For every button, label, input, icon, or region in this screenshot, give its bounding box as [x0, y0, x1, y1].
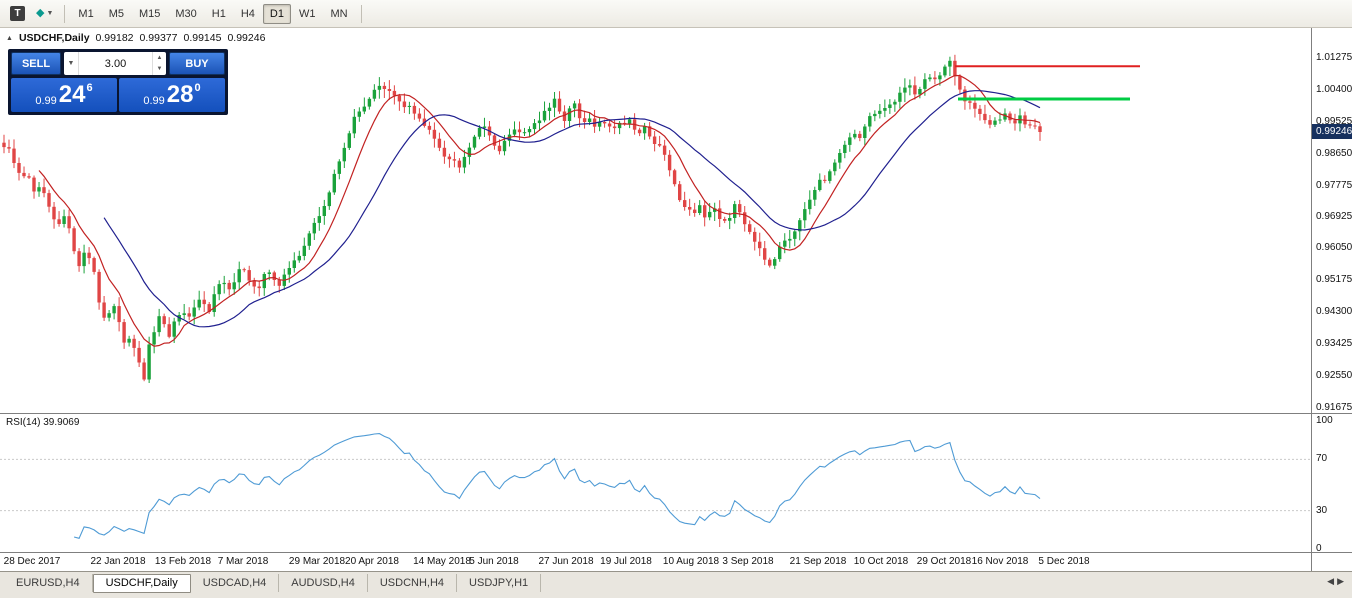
date-axis-label: 29 Oct 2018	[917, 556, 971, 567]
date-axis-label: 5 Dec 2018	[1038, 556, 1089, 567]
chart-window: ▲ USDCHF,Daily 0.99182 0.99377 0.99145 0…	[0, 28, 1352, 571]
timeframe-h4-button[interactable]: H4	[234, 4, 262, 24]
ask-price-display[interactable]: 0.99 28 0	[119, 78, 225, 112]
collapse-pane-icon[interactable]: ▲	[6, 35, 13, 42]
price-tick-label: 0.93425	[1316, 338, 1352, 349]
date-axis[interactable]: 28 Dec 2017 22 Jan 2018 13 Feb 2018 7 Mar 2…	[0, 552, 1352, 572]
tab-eurusd-h4[interactable]: EURUSD,H4	[4, 574, 93, 592]
chart-symbol-label: USDCHF,Daily	[19, 32, 90, 44]
volume-value[interactable]: 3.00	[79, 52, 152, 75]
date-axis-label: 28 Dec 2017	[4, 556, 61, 567]
chevron-down-icon: ▼	[46, 10, 53, 17]
price-axis[interactable]: 0.99246 1.012751.004000.995250.986500.97…	[1311, 28, 1352, 413]
chart-title: ▲ USDCHF,Daily 0.99182 0.99377 0.99145 0…	[6, 32, 265, 44]
date-axis-label: 22 Jan 2018	[90, 556, 145, 567]
ohlc-open-value: 0.99182	[96, 32, 134, 44]
sell-button[interactable]: SELL	[11, 52, 61, 75]
toolbar-separator	[64, 5, 65, 23]
price-tick-label: 0.92550	[1316, 370, 1352, 381]
timeframe-w1-button[interactable]: W1	[292, 4, 323, 24]
date-axis-label: 3 Sep 2018	[722, 556, 773, 567]
price-tick-label: 0.94300	[1316, 306, 1352, 317]
bid-price-big: 24	[59, 83, 86, 107]
tab-audusd-h4[interactable]: AUDUSD,H4	[279, 574, 368, 592]
timeframe-m15-button[interactable]: M15	[132, 4, 167, 24]
rsi-indicator-pane: RSI(14) 39.9069 10070300	[0, 413, 1352, 552]
chart-template-icon: T	[10, 6, 25, 21]
date-axis-label: 7 Mar 2018	[218, 556, 269, 567]
tab-scroll-left-icon[interactable]: ◀	[1327, 576, 1334, 587]
date-axis-label: 10 Aug 2018	[663, 556, 719, 567]
ask-price-big: 28	[167, 83, 194, 107]
axis-corner	[1311, 553, 1352, 572]
volume-spinner[interactable]: ▲ ▼	[152, 52, 166, 75]
bid-price-pip: 6	[87, 78, 93, 94]
timeframe-d1-button[interactable]: D1	[263, 4, 291, 24]
tab-scroll-controls: ◀ ▶	[1327, 574, 1352, 587]
bid-price-prefix: 0.99	[35, 95, 56, 112]
price-tick-label: 0.98650	[1316, 148, 1352, 159]
main-price-pane: ▲ USDCHF,Daily 0.99182 0.99377 0.99145 0…	[0, 28, 1352, 413]
rsi-tick-label: 100	[1316, 415, 1333, 426]
price-tick-label: 1.01275	[1316, 52, 1352, 63]
spinner-down-icon[interactable]: ▼	[153, 64, 166, 76]
tab-usdchf-daily[interactable]: USDCHF,Daily	[93, 574, 191, 593]
date-axis-label: 10 Oct 2018	[854, 556, 908, 567]
price-tick-label: 1.00400	[1316, 84, 1352, 95]
ask-price-pip: 0	[195, 78, 201, 94]
rsi-indicator-chart[interactable]	[0, 414, 1310, 552]
volume-stepper[interactable]: ▼ 3.00 ▲ ▼	[64, 52, 166, 75]
ask-price-prefix: 0.99	[143, 95, 164, 112]
top-toolbar: T ◆ ▼ M1 M5 M15 M30 H1 H4 D1 W1 MN	[0, 0, 1352, 28]
date-axis-label: 27 Jun 2018	[538, 556, 593, 567]
toolbar-separator	[361, 5, 362, 23]
rsi-axis[interactable]: 10070300	[1311, 414, 1352, 552]
price-tick-label: 0.95175	[1316, 274, 1352, 285]
ohlc-close-value: 0.99246	[227, 32, 265, 44]
timeframe-m1-button[interactable]: M1	[71, 4, 100, 24]
chart-tab-bar: EURUSD,H4 USDCHF,Daily USDCAD,H4 AUDUSD,…	[0, 571, 1352, 598]
ohlc-low-value: 0.99145	[183, 32, 221, 44]
price-tick-label: 0.96925	[1316, 211, 1352, 222]
date-axis-label: 19 Jul 2018	[600, 556, 652, 567]
price-tick-label: 0.96050	[1316, 242, 1352, 253]
drawing-tool-dropdown-button[interactable]: ◆ ▼	[31, 3, 58, 25]
rsi-tick-label: 70	[1316, 453, 1327, 464]
price-tick-label: 0.97775	[1316, 180, 1352, 191]
chart-template-button[interactable]: T	[5, 3, 30, 25]
buy-button[interactable]: BUY	[169, 52, 225, 75]
date-axis-label: 14 May 2018	[413, 556, 471, 567]
drawing-tool-icon: ◆	[36, 8, 44, 19]
date-axis-label: 16 Nov 2018	[972, 556, 1029, 567]
date-axis-label: 29 Mar 2018	[289, 556, 345, 567]
current-price-badge: 0.99246	[1312, 124, 1352, 139]
date-axis-label: 5 Jun 2018	[469, 556, 519, 567]
rsi-indicator-label: RSI(14) 39.9069	[6, 417, 79, 428]
date-axis-label: 21 Sep 2018	[790, 556, 847, 567]
rsi-tick-label: 30	[1316, 505, 1327, 516]
timeframe-m5-button[interactable]: M5	[102, 4, 131, 24]
spinner-up-icon[interactable]: ▲	[153, 52, 166, 64]
timeframe-m30-button[interactable]: M30	[168, 4, 203, 24]
bid-price-display[interactable]: 0.99 24 6	[11, 78, 117, 112]
volume-dropdown-icon[interactable]: ▼	[64, 52, 79, 75]
tab-scroll-right-icon[interactable]: ▶	[1337, 576, 1344, 587]
price-tick-label: 0.91675	[1316, 402, 1352, 413]
date-axis-label: 13 Feb 2018	[155, 556, 211, 567]
timeframe-mn-button[interactable]: MN	[323, 4, 354, 24]
tab-usdjpy-h1[interactable]: USDJPY,H1	[457, 574, 541, 592]
one-click-trading-panel: SELL ▼ 3.00 ▲ ▼ BUY 0.99 24 6	[8, 49, 228, 115]
timeframe-h1-button[interactable]: H1	[205, 4, 233, 24]
tab-usdcnh-h4[interactable]: USDCNH,H4	[368, 574, 457, 592]
date-axis-label: 20 Apr 2018	[345, 556, 399, 567]
tab-usdcad-h4[interactable]: USDCAD,H4	[191, 574, 280, 592]
ohlc-high-value: 0.99377	[140, 32, 178, 44]
